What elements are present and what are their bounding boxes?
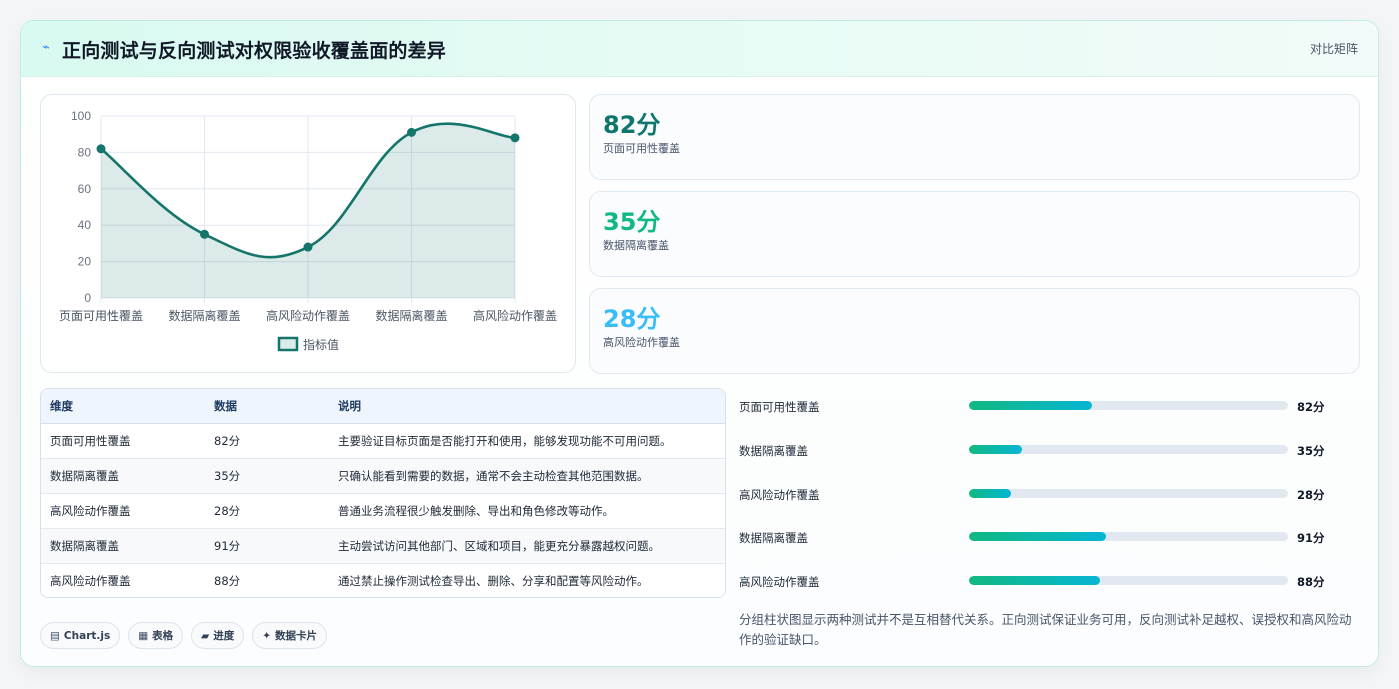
progress-fill: [969, 532, 1106, 542]
page-title: 正向测试与反向测试对权限验收覆盖面的差异: [62, 40, 447, 62]
summary-note: 分组柱状图显示两种测试并不是互相替代关系。正向测试保证业务可用，反向测试补足越权…: [739, 612, 1352, 647]
y-tick-label: 20: [78, 255, 92, 269]
progress-value: 88分: [1297, 575, 1325, 590]
cell-description: 主要验证目标页面是否能打开和使用，能够发现功能不可用问题。: [338, 433, 672, 448]
progress-track: [969, 401, 1288, 410]
cell-dimension: 页面可用性覆盖: [50, 433, 131, 448]
stat-label: 高风险动作覆盖: [603, 336, 680, 349]
table-header-row: 维度 数据 说明: [41, 389, 725, 424]
cell-dimension: 数据隔离覆盖: [50, 538, 119, 553]
cell-dimension: 数据隔离覆盖: [50, 468, 119, 483]
line-chart: 0 20 40 60 80 100 页面可用性覆盖 数据隔离覆盖 高风险动作覆盖 数据隔离覆盖 高风…: [59, 109, 557, 352]
progress-value: 28分: [1297, 487, 1325, 502]
progress-track: [969, 576, 1288, 586]
stat-card: 35分 数据隔离覆盖: [589, 191, 1360, 277]
cell-dimension: 高风险动作覆盖: [50, 503, 131, 518]
cell-description: 主动尝试访问其他部门、区域和项目，能更充分暴露越权问题。: [338, 538, 660, 553]
progress-icon: ▰: [201, 629, 210, 642]
table-row: 数据隔离覆盖 35分 只确认能看到需要的数据，通常不会主动检查其他范围数据。: [41, 458, 725, 493]
progress-fill: [969, 576, 1101, 586]
data-point: [510, 133, 520, 143]
card-icon: ✦: [262, 629, 272, 642]
cell-description: 普通业务流程很少触发删除、导出和角色修改等动作。: [338, 503, 614, 518]
cell-description: 只确认能看到需要的数据，通常不会主动检查其他范围数据。: [338, 468, 649, 483]
lightning-icon: ⌁: [42, 40, 50, 55]
x-tick-label: 高风险动作覆盖: [266, 308, 350, 323]
cell-data: 91分: [214, 538, 241, 553]
progress-label: 页面可用性覆盖: [739, 400, 820, 414]
stat-value: 82分: [603, 111, 661, 139]
cell-description: 通过禁止操作测试检查导出、删除、分享和配置等风险动作。: [338, 573, 649, 588]
data-point: [407, 127, 416, 137]
card-header: ⌁ 正向测试与反向测试对权限验收覆盖面的差异 对比矩阵: [21, 21, 1378, 77]
badge-label: Chart.js: [63, 629, 111, 642]
badge-label: 进度: [213, 630, 235, 642]
progress-value: 82分: [1297, 400, 1325, 414]
cell-dimension: 高风险动作覆盖: [50, 573, 131, 588]
badge-data-card[interactable]: ✦ 数据卡片: [252, 622, 328, 649]
progress-row: 高风险动作覆盖 28分: [739, 485, 1339, 529]
progress-fill: [969, 401, 1092, 410]
cell-data: 88分: [214, 573, 241, 588]
progress-label: 高风险动作覆盖: [739, 487, 820, 502]
badge-label: 数据卡片: [275, 630, 318, 642]
progress-track: [969, 488, 1288, 498]
y-tick-label: 40: [78, 218, 92, 232]
stat-value: 28分: [603, 305, 661, 333]
y-tick-label: 100: [71, 109, 91, 123]
header-tag: 对比矩阵: [1309, 42, 1358, 56]
table-row: 高风险动作覆盖 88分 通过禁止操作测试检查导出、删除、分享和配置等风险动作。: [41, 563, 725, 597]
badge-progress[interactable]: ▰ 进度: [191, 622, 245, 649]
badge-table[interactable]: ▦ 表格: [128, 622, 184, 649]
stat-label: 页面可用性覆盖: [603, 142, 680, 155]
progress-track: [969, 444, 1288, 454]
badge-label: 表格: [152, 630, 174, 642]
y-tick-label: 60: [78, 182, 92, 196]
x-tick-label: 数据隔离覆盖: [375, 308, 447, 323]
column-header-description: 说明: [329, 389, 725, 424]
x-tick-label: 页面可用性覆盖: [59, 309, 143, 323]
badge-chartjs[interactable]: ▤ Chart.js: [40, 622, 121, 649]
column-header-data: 数据: [205, 389, 329, 424]
progress-fill: [969, 488, 1012, 498]
progress-row: 数据隔离覆盖 91分: [739, 528, 1339, 572]
table-row: 页面可用性覆盖 82分 主要验证目标页面是否能打开和使用，能够发现功能不可用问题…: [41, 423, 725, 458]
data-table: 维度 数据 说明 页面可用性覆盖 82分 主要验证目标页面是否能打开和使用，能够…: [40, 388, 726, 598]
progress-bars: 页面可用性覆盖 82分 数据隔离覆盖 35分 高风险动作覆盖 28分 数据隔离覆…: [739, 397, 1339, 616]
table-row: 高风险动作覆盖 28分 普通业务流程很少触发删除、导出和角色修改等动作。: [41, 493, 725, 528]
cell-data: 28分: [214, 503, 241, 518]
cell-data: 35分: [214, 468, 241, 483]
y-tick-label: 0: [84, 291, 91, 305]
chart-icon: ▤: [50, 629, 60, 642]
comparison-card: ⌁ 正向测试与反向测试对权限验收覆盖面的差异 对比矩阵 0 20 40 60 80 100…: [20, 20, 1379, 667]
legend-swatch: [277, 336, 299, 352]
progress-row: 页面可用性覆盖 82分: [739, 397, 1339, 441]
progress-fill: [969, 444, 1022, 454]
progress-track: [969, 532, 1288, 542]
column-header-dimension: 维度: [41, 389, 205, 424]
y-tick-label: 80: [78, 145, 92, 159]
cell-data: 82分: [214, 433, 241, 448]
table-icon: ▦: [138, 629, 149, 642]
stat-label: 数据隔离覆盖: [603, 239, 669, 252]
x-tick-label: 数据隔离覆盖: [168, 308, 240, 323]
progress-value: 91分: [1297, 531, 1325, 546]
stat-value: 35分: [603, 208, 661, 236]
progress-label: 数据隔离覆盖: [739, 531, 808, 546]
progress-label: 高风险动作覆盖: [739, 575, 820, 590]
stat-card: 82分 页面可用性覆盖: [589, 94, 1360, 180]
legend-label: 指标值: [303, 337, 339, 352]
data-point: [200, 229, 209, 239]
progress-label: 数据隔离覆盖: [739, 443, 808, 458]
stat-card: 28分 高风险动作覆盖: [589, 288, 1360, 374]
table-row: 数据隔离覆盖 91分 主动尝试访问其他部门、区域和项目，能更充分暴露越权问题。: [41, 528, 725, 563]
progress-value: 35分: [1297, 443, 1325, 458]
data-point: [303, 242, 313, 252]
data-point: [96, 144, 106, 154]
line-chart-panel: 0 20 40 60 80 100 页面可用性覆盖 数据隔离覆盖 高风险动作覆盖 数据隔离覆盖 高风…: [40, 94, 576, 373]
x-tick-label: 高风险动作覆盖: [473, 308, 557, 323]
progress-row: 数据隔离覆盖 35分: [739, 441, 1339, 485]
tech-badges: ▤ Chart.js ▦ 表格 ▰ 进度 ✦ 数据卡片: [40, 622, 328, 649]
